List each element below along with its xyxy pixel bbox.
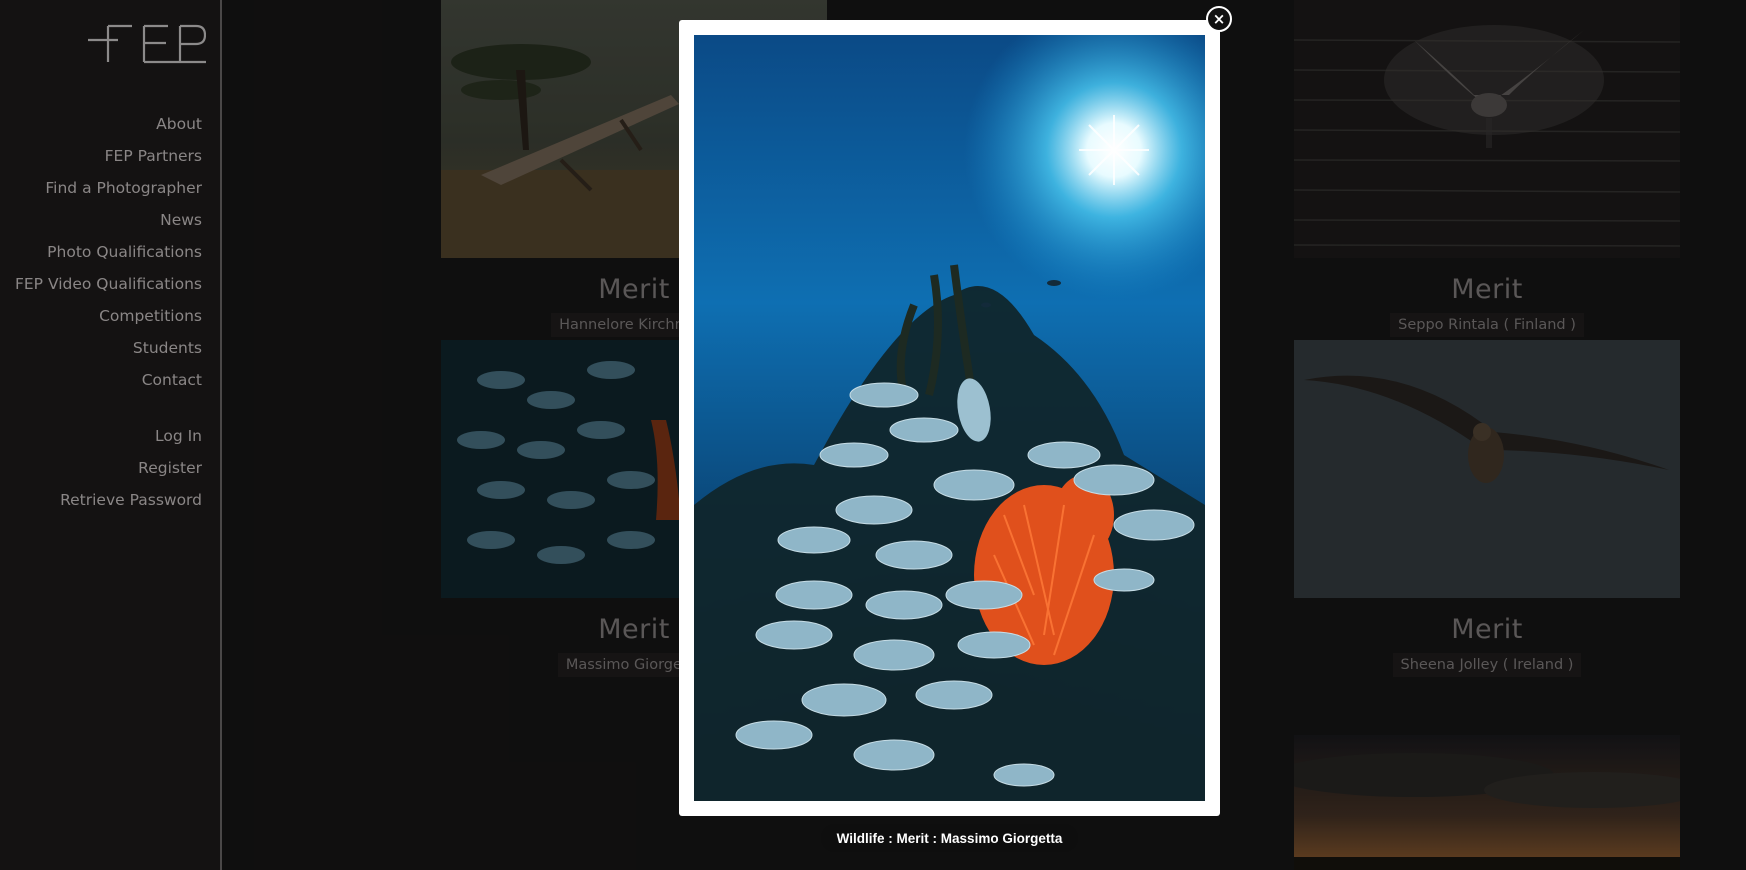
nav-find-photographer[interactable]: Find a Photographer [15, 172, 202, 204]
nav-video-qualifications[interactable]: FEP Video Qualifications [15, 268, 202, 300]
sidebar: About FEP Partners Find a Photographer N… [0, 0, 222, 870]
nav-photo-qualifications[interactable]: Photo Qualifications [15, 236, 202, 268]
nav-log-in[interactable]: Log In [15, 420, 202, 452]
main-nav: About FEP Partners Find a Photographer N… [15, 108, 202, 516]
nav-news[interactable]: News [15, 204, 202, 236]
nav-contact[interactable]: Contact [15, 364, 202, 396]
nav-fep-partners[interactable]: FEP Partners [15, 140, 202, 172]
lightbox-caption: Wildlife : Merit : Massimo Giorgetta [821, 824, 1078, 852]
lightbox-frame [679, 20, 1220, 816]
nav-students[interactable]: Students [15, 332, 202, 364]
nav-competitions[interactable]: Competitions [15, 300, 202, 332]
underwater-fish-school-coral-photo [694, 35, 1205, 801]
nav-about[interactable]: About [15, 108, 202, 140]
close-icon[interactable]: × [1206, 6, 1232, 32]
nav-retrieve-password[interactable]: Retrieve Password [15, 484, 202, 516]
fep-logo[interactable] [88, 22, 206, 64]
nav-register[interactable]: Register [15, 452, 202, 484]
